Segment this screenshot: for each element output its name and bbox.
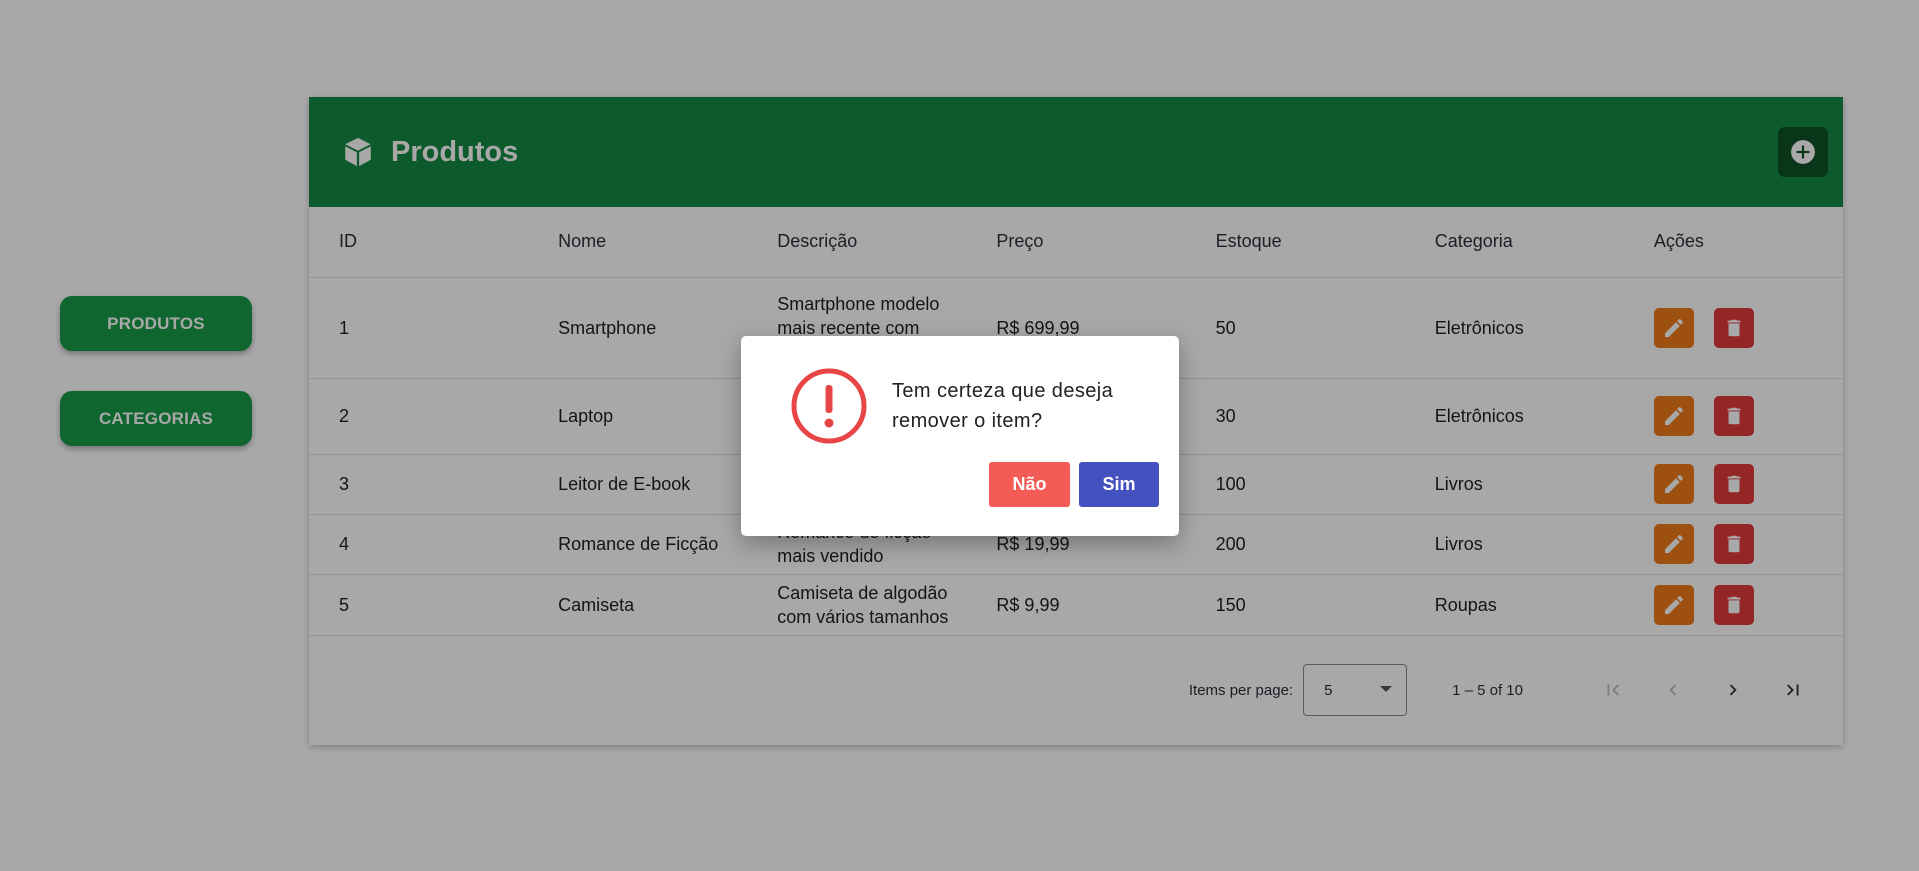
dialog-message: Tem certeza que deseja remover o item? — [892, 380, 1114, 432]
yes-button[interactable]: Sim — [1079, 462, 1159, 507]
confirm-delete-dialog: Tem certeza que deseja remover o item? N… — [741, 336, 1179, 536]
no-button[interactable]: Não — [989, 462, 1070, 507]
warning-icon — [791, 368, 867, 444]
